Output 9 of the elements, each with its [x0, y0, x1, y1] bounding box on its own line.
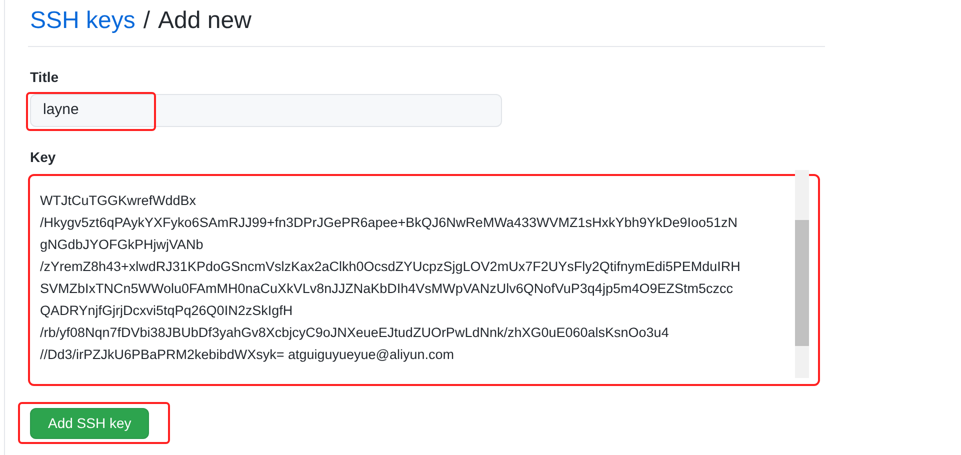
scrollbar[interactable] — [795, 170, 809, 378]
breadcrumb-separator: / — [143, 6, 150, 36]
page-title: Add new — [158, 6, 252, 36]
field-label: Title — [29, 68, 60, 87]
title-field[interactable]: layne — [30, 94, 502, 127]
key-field[interactable]: WTJtCuTGGKwrefWddBx /Hkygv5zt6qPAykYXFyko6SAmRJJ99+fn3DPrJGePR6apee+BkQJ6NwReMWa433WVMZ1sHxkYbh9YkDe9Ioo51zN gNGdbJYOFGkPHjwjVANb /zYremZ8h43+xlwdRJ31KPdoGSncmVslzKax2aClkh0OcsdZYUcpzSjgLOV2mUx7F2UYsFly2QtifnymEdi5PEMduIRH SVMZbIxTNCn5WWolu0FAmMH0naCuXkVLv8nJJZNaKbDIh4VsMWpVANzUlv6QNofVuP3q4jp5m4O9EZStm5czcc QADRYnjfGjrjDcxvi5tqPq26Q0IN2zSkIgfH /rb/yf08Nqn7fDVbi38JBUbDf3yahGv8XcbjcyC9oJNXeueEJtudZUOrPwLdNnk/zhXG0uE060alsKsnOo3u4 //Dd3/irPZJkU6PBaPRM2kebibdWXsyk= atguiguyueyue@aliyun.com — [28, 174, 820, 386]
field-label: Key — [29, 148, 57, 167]
scrollbar-thumb[interactable] — [795, 220, 809, 346]
breadcrumb-link[interactable]: SSH keys — [30, 6, 136, 36]
